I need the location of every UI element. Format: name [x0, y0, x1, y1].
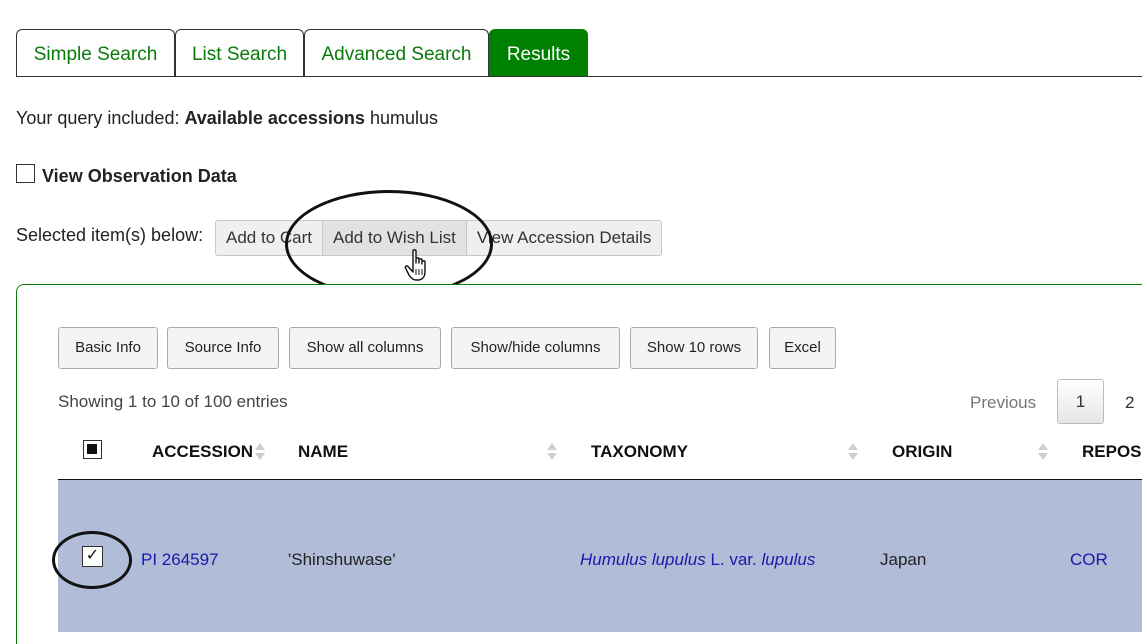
tabs-divider [16, 76, 1142, 77]
pagination-page-1[interactable]: 1 [1057, 379, 1104, 424]
taxonomy-link[interactable]: Humulus lupulus L. var. lupulus [580, 550, 815, 570]
query-bold: Available accessions [184, 108, 365, 128]
checkmark-icon: ✓ [85, 547, 100, 564]
name-cell: 'Shinshuwase' [288, 550, 396, 569]
column-header-repository[interactable]: REPOSI [1082, 442, 1142, 462]
selected-items-label: Selected item(s) below: [16, 225, 204, 245]
taxonomy-variety: lupulus [761, 550, 816, 569]
sort-accession-icon[interactable] [255, 441, 265, 463]
taxonomy-species: lupulus [651, 550, 706, 569]
show-all-columns-button[interactable]: Show all columns [289, 327, 441, 369]
column-header-name[interactable]: NAME [298, 442, 348, 462]
tab-simple-search[interactable]: Simple Search [16, 29, 175, 76]
sort-origin-icon[interactable] [1038, 441, 1048, 463]
row-checkbox[interactable]: ✓ [82, 546, 103, 567]
excel-button[interactable]: Excel [769, 327, 836, 369]
view-accession-details-button[interactable]: View Accession Details [465, 220, 663, 256]
column-header-accession[interactable]: ACCESSION [152, 442, 253, 462]
repository-link[interactable]: COR [1070, 550, 1108, 570]
query-term: humulus [369, 108, 438, 128]
selection-button-group: Add to Cart Add to Wish List View Access… [215, 220, 663, 256]
tab-list-search[interactable]: List Search [175, 29, 304, 76]
column-header-origin[interactable]: ORIGIN [892, 442, 952, 462]
tab-results[interactable]: Results [489, 29, 588, 77]
add-to-wish-list-button[interactable]: Add to Wish List [322, 220, 467, 256]
query-prefix: Your query included: [16, 108, 180, 128]
show-hide-columns-button[interactable]: Show/hide columns [451, 327, 620, 369]
select-all-checkbox[interactable] [83, 440, 102, 459]
view-observation-label[interactable]: View Observation Data [42, 166, 237, 187]
query-summary: Your query included: Available accession… [16, 108, 438, 129]
table-info: Showing 1 to 10 of 100 entries [58, 392, 288, 411]
pagination-previous[interactable]: Previous [970, 393, 1036, 413]
view-observation-checkbox[interactable] [16, 164, 35, 183]
origin-cell: Japan [880, 550, 927, 569]
taxonomy-author: L. var. [710, 550, 757, 569]
sort-name-icon[interactable] [547, 441, 557, 463]
hand-cursor-icon [404, 249, 426, 281]
tab-advanced-search[interactable]: Advanced Search [304, 29, 489, 76]
show-10-rows-button[interactable]: Show 10 rows [630, 327, 758, 369]
source-info-button[interactable]: Source Info [167, 327, 279, 369]
basic-info-button[interactable]: Basic Info [58, 327, 158, 369]
add-to-cart-button[interactable]: Add to Cart [215, 220, 323, 256]
sort-taxonomy-icon[interactable] [848, 441, 858, 463]
accession-link[interactable]: PI 264597 [141, 550, 219, 570]
column-header-taxonomy[interactable]: TAXONOMY [591, 442, 688, 462]
taxonomy-genus: Humulus [580, 550, 648, 569]
pagination-page-2[interactable]: 2 [1125, 393, 1134, 413]
